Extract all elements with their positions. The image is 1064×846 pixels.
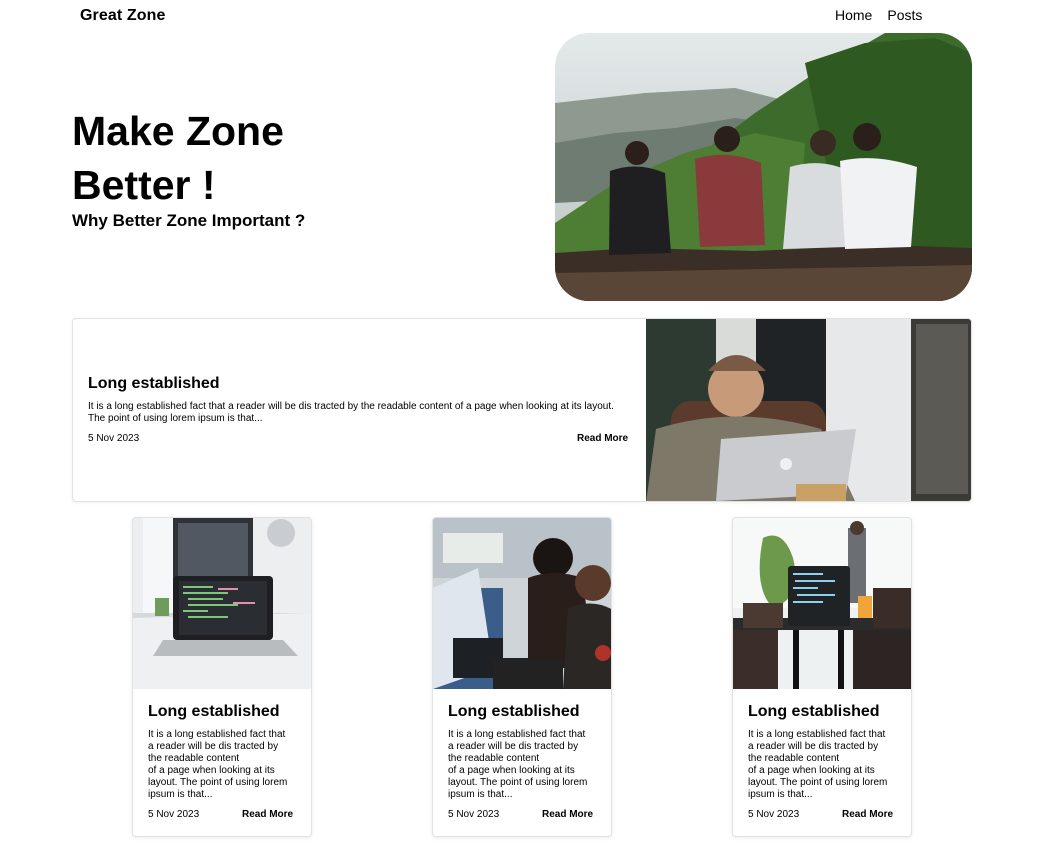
hero-subtitle: Why Better Zone Important ? (72, 211, 306, 230)
post-card-excerpt: It is a long established fact that a rea… (148, 729, 300, 801)
nav-link-posts[interactable]: Posts (887, 7, 922, 23)
post-card-image (733, 518, 911, 689)
post-card-2[interactable]: Long established It is a long establishe… (432, 517, 612, 837)
read-more-link[interactable]: Read More (242, 809, 293, 820)
featured-post-title[interactable]: Long established (88, 375, 220, 393)
excerpt-line: It is a long established fact that (148, 729, 286, 740)
excerpt-line: ipsum is that... (148, 789, 213, 800)
post-card-title[interactable]: Long established (448, 703, 580, 721)
excerpt-line: It is a long established fact that (448, 729, 586, 740)
excerpt-line: of a page when looking at its (748, 765, 875, 776)
excerpt-line: ipsum is that... (448, 789, 513, 800)
post-card-date: 5 Nov 2023 (448, 809, 500, 820)
featured-read-more-link[interactable]: Read More (577, 433, 628, 444)
hero-title-line-1: Make Zone (72, 108, 284, 154)
post-card-image (433, 518, 611, 689)
featured-post-card[interactable]: Long established It is a long establishe… (72, 318, 972, 502)
excerpt-line: the readable content (748, 753, 840, 764)
read-more-link[interactable]: Read More (842, 809, 893, 820)
featured-post-excerpt: It is a long established fact that a rea… (88, 401, 614, 424)
hero-title: Make Zone Better ! (72, 104, 492, 212)
excerpt-line: layout. The point of using lorem (748, 777, 888, 788)
excerpt-line: layout. The point of using lorem (448, 777, 588, 788)
excerpt-line: the readable content (148, 753, 240, 764)
post-card-date: 5 Nov 2023 (748, 809, 800, 820)
excerpt-line: layout. The point of using lorem (148, 777, 288, 788)
post-card-3[interactable]: Long established It is a long establishe… (732, 517, 912, 837)
excerpt-line: a reader will be dis tracted by (748, 741, 879, 752)
post-card-image (133, 518, 311, 689)
post-card-title[interactable]: Long established (748, 703, 880, 721)
excerpt-line: ipsum is that... (748, 789, 813, 800)
post-card-date: 5 Nov 2023 (148, 809, 200, 820)
top-nav: Great Zone Home Posts (0, 0, 1064, 32)
post-card-excerpt: It is a long established fact that a rea… (748, 729, 900, 801)
post-card-title[interactable]: Long established (148, 703, 280, 721)
read-more-link[interactable]: Read More (542, 809, 593, 820)
post-card-1[interactable]: Long established It is a long establishe… (132, 517, 312, 837)
featured-post-date: 5 Nov 2023 (88, 433, 140, 444)
nav-link-home[interactable]: Home (835, 7, 872, 23)
excerpt-line: of a page when looking at its (448, 765, 575, 776)
hero-image (555, 33, 972, 301)
excerpt-line: a reader will be dis tracted by (448, 741, 579, 752)
nav-links: Home Posts (835, 7, 922, 23)
post-card-excerpt: It is a long established fact that a rea… (448, 729, 600, 801)
hero-title-line-2: Better ! (72, 162, 216, 208)
excerpt-line: a reader will be dis tracted by (148, 741, 279, 752)
brand-logo[interactable]: Great Zone (80, 7, 165, 25)
excerpt-line: of a page when looking at its (148, 765, 275, 776)
featured-post-image (646, 319, 971, 501)
excerpt-line: the readable content (448, 753, 540, 764)
excerpt-line: It is a long established fact that (748, 729, 886, 740)
